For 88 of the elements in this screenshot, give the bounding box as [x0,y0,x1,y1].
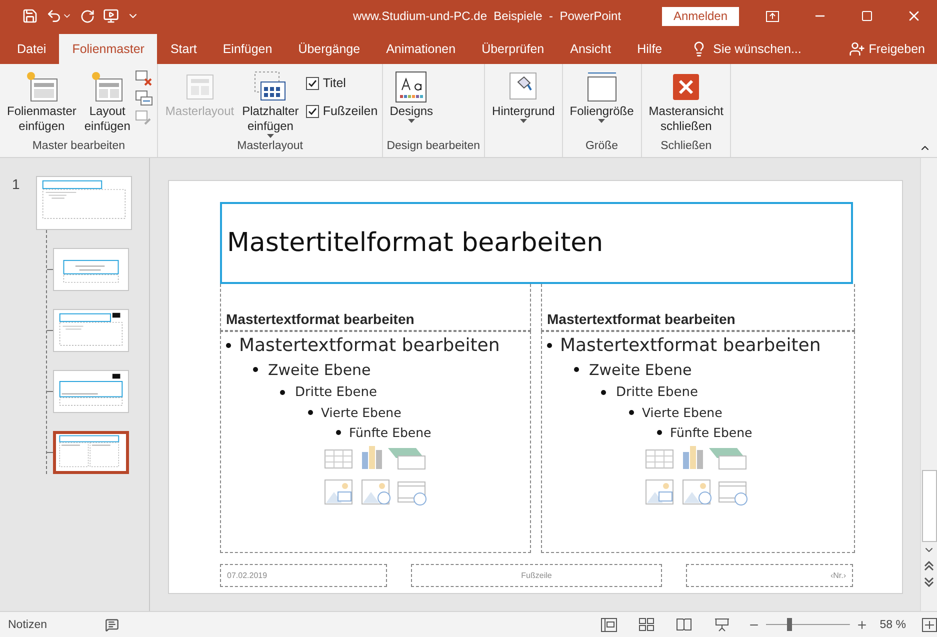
slide-thumbnail[interactable] [36,176,132,230]
slide-layout-icon [90,70,124,104]
redo-icon[interactable] [80,8,95,24]
bullet-icon [547,342,552,348]
ribbon-tab[interactable]: Ansicht [557,34,624,64]
group-label: Größe [584,140,620,154]
ribbon-button[interactable]: Folienmaster einfügen [4,68,80,136]
ribbon-tab[interactable]: Überprüfen [468,34,558,64]
bullet-icon [657,430,662,434]
slide-master-icon [24,70,59,104]
ribbon-tab[interactable]: Einfügen [210,34,286,64]
ribbon-tab[interactable]: Übergänge [285,34,374,64]
bullet-icon [574,367,579,372]
ribbon-button[interactable]: Designs [386,68,436,125]
checkbox-label[interactable]: Fußzeilen [322,104,378,118]
checkbox[interactable] [306,76,319,90]
slide-thumbnail[interactable] [53,248,129,291]
slide-thumbnail[interactable] [53,370,129,413]
reading-view-icon[interactable] [676,618,692,631]
tell-me-field[interactable]: Sie wünschen... [713,42,802,56]
fit-to-window-icon[interactable] [922,618,937,632]
bullet-icon [336,430,341,434]
presentation-icon[interactable] [103,8,119,24]
footer-text-box[interactable]: Fußzeile [411,564,662,587]
save-icon[interactable] [22,8,38,24]
heading-text-box[interactable]: Mastertextformat bearbeiten [541,284,855,331]
ribbon-tab[interactable]: Folienmaster [59,34,158,64]
ribbon-button[interactable]: Masteransicht schließen [646,68,726,136]
delete-slide-icon[interactable] [135,70,154,86]
bullet-icon [280,390,285,395]
rename-icon[interactable] [135,90,154,106]
ribbon-button[interactable]: Hintergrund [489,68,558,125]
bullet-text: Zweite Ebene [589,360,692,378]
comments-icon[interactable] [105,618,119,632]
bullet-text: Dritte Ebene [616,385,698,400]
slider-thumb[interactable] [787,618,792,631]
bullet-text: Dritte Ebene [295,385,377,400]
bullet-text: Fünfte Ebene [670,424,752,440]
theme-icon [394,70,428,104]
ribbon-tab[interactable]: Datei [4,34,60,64]
notes-button[interactable]: Notizen [0,618,47,630]
slide-thumbnail[interactable] [53,431,129,474]
title-text-box[interactable]: Mastertitelformat bearbeiten [220,202,853,284]
bullet-text: Mastertextformat bearbeiten [239,334,500,356]
caret-icon [598,119,606,123]
caret-icon [408,119,415,123]
group-label: Masterlayout [236,140,304,154]
bullet-icon [601,390,606,395]
share-button[interactable]: Freigeben [842,34,937,64]
group-label: Design bearbeiten [386,140,480,154]
checkbox[interactable] [306,104,319,118]
caret-icon [266,134,274,138]
zoom-level[interactable]: 58 % [880,618,906,630]
bullet-text: Vierte Ebene [321,405,402,420]
sign-in-button[interactable]: Anmelden [662,6,739,26]
ribbon-button[interactable]: Layout einfügen [81,68,134,136]
content-text-box[interactable]: Mastertextformat bearbeiten Zweite Ebene Dritte Ebene Vierte Ebene Fünfte Ebene [541,331,855,553]
group-label: Master bearbeiten [31,140,126,154]
undo-icon[interactable] [46,8,72,24]
zoom-in-icon[interactable] [856,618,868,630]
bullet-text: Mastertextformat bearbeiten [560,334,821,356]
bullet-text: Fünfte Ebene [349,424,432,440]
slide-number: 1 [11,176,21,192]
ribbon-tab[interactable]: Animationen [373,34,469,64]
bullet-icon [226,342,231,348]
user-plus-icon [848,41,865,57]
window-title: www.Studium-und-PC.de Beispiele - PowerPoint [352,9,622,23]
slideshow-icon[interactable] [714,618,730,632]
heading-text-box[interactable]: Mastertextformat bearbeiten [220,284,531,331]
bullet-icon [629,410,634,415]
checkbox-label[interactable]: Titel [322,76,346,90]
group-label: Schließen [660,140,713,154]
slide-size-icon [584,70,619,104]
bullet-text: Vierte Ebene [642,405,722,420]
ribbon-tab[interactable]: Hilfe [624,34,676,64]
content-text-box[interactable]: Mastertextformat bearbeiten Zweite Ebene Dritte Ebene Vierte Ebene Fünfte Ebene [220,331,531,553]
bullet-icon [308,410,313,415]
slide-number-text-box[interactable]: ‹Nr.› [686,564,853,587]
scroll-thumb[interactable] [922,470,936,542]
ribbon-tab[interactable]: Start [157,34,210,64]
normal-view-icon[interactable] [601,618,617,632]
bullet-icon [253,367,258,372]
ribbon-button[interactable]: Platzhalter einfügen [239,68,302,140]
slide-thumbnail[interactable] [53,309,129,352]
bullet-text: Zweite Ebene [268,360,371,378]
caret-icon [520,119,527,123]
ribbon-button[interactable]: Foliengröße [566,68,637,125]
slide-sorter-icon[interactable] [639,618,654,631]
